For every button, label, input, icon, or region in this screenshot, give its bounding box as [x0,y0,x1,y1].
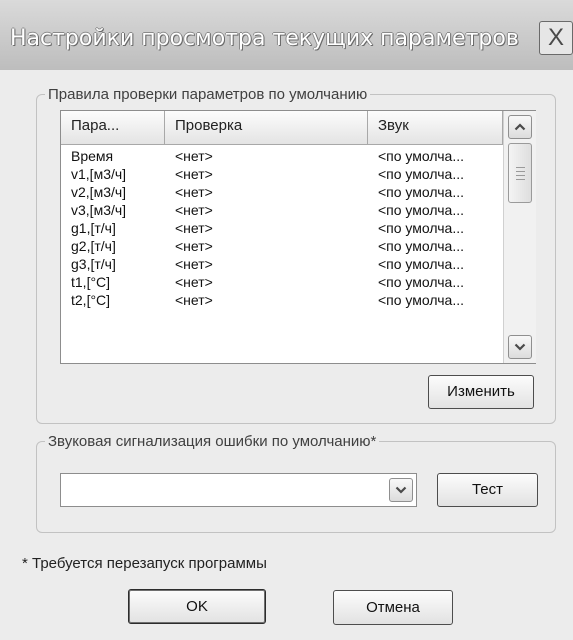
column-header-check[interactable]: Проверка [165,111,368,145]
settings-dialog: Настройки просмотра текущих параметров X… [0,0,573,640]
ok-button[interactable]: OK [128,589,266,624]
table-row[interactable]: Время <нет> <по умолча... [61,147,503,165]
test-button[interactable]: Тест [437,473,538,507]
title-bar[interactable]: Настройки просмотра текущих параметров X [0,0,573,70]
table-row[interactable]: v3,[м3/ч] <нет> <по умолча... [61,201,503,219]
scroll-down-button[interactable] [508,335,532,359]
column-header-sound[interactable]: Звук [368,111,503,145]
column-header-parameter[interactable]: Пара... [61,111,165,145]
check-cell: <нет> [175,202,213,218]
check-cell: <нет> [175,220,213,236]
sound-cell: <по умолча... [378,292,464,308]
sound-cell: <по умолча... [378,148,464,164]
parameter-cell: g1,[т/ч] [71,220,116,236]
sound-select[interactable] [60,473,417,507]
parameter-cell: v1,[м3/ч] [71,166,127,182]
sound-cell: <по умолча... [378,238,464,254]
sound-cell: <по умолча... [378,184,464,200]
table-row[interactable]: v2,[м3/ч] <нет> <по умолча... [61,183,503,201]
table-row[interactable]: t2,[°C] <нет> <по умолча... [61,291,503,309]
parameter-cell: g3,[т/ч] [71,256,116,272]
dropdown-button[interactable] [389,478,413,502]
chevron-down-icon [395,486,407,494]
table-row[interactable]: g3,[т/ч] <нет> <по умолча... [61,255,503,273]
sound-cell: <по умолча... [378,202,464,218]
parameter-cell: t2,[°C] [71,292,111,308]
check-cell: <нет> [175,166,213,182]
table-row[interactable]: v1,[м3/ч] <нет> <по умолча... [61,165,503,183]
parameter-cell: v2,[м3/ч] [71,184,127,200]
scroll-up-button[interactable] [508,115,532,139]
check-cell: <нет> [175,238,213,254]
close-icon: X [547,24,564,51]
sound-cell: <по умолча... [378,220,464,236]
vertical-scrollbar[interactable] [503,111,536,363]
close-button[interactable]: X [539,21,573,55]
parameter-cell: v3,[м3/ч] [71,202,127,218]
table-row[interactable]: g1,[т/ч] <нет> <по умолча... [61,219,503,237]
check-cell: <нет> [175,256,213,272]
chevron-down-icon [514,343,526,351]
table-row[interactable]: g2,[т/ч] <нет> <по умолча... [61,237,503,255]
check-cell: <нет> [175,148,213,164]
sound-cell: <по умолча... [378,274,464,290]
restart-footnote: * Требуется перезапуск программы [22,555,267,572]
change-button[interactable]: Изменить [428,375,534,409]
check-cell: <нет> [175,184,213,200]
parameter-cell: g2,[т/ч] [71,238,116,254]
parameter-cell: t1,[°C] [71,274,111,290]
chevron-up-icon [514,123,526,131]
sound-cell: <по умолча... [378,256,464,272]
table-header: Пара... Проверка Звук [61,111,503,145]
cancel-button[interactable]: Отмена [333,590,453,625]
sound-cell: <по умолча... [378,166,464,182]
default-rules-legend: Правила проверки параметров по умолчанию [48,86,368,103]
sound-alarm-legend: Звуковая сигнализация ошибки по умолчани… [48,433,377,450]
check-cell: <нет> [175,292,213,308]
check-cell: <нет> [175,274,213,290]
scrollbar-thumb[interactable] [508,143,532,203]
parameter-cell: Время [71,148,114,164]
parameters-table[interactable]: Пара... Проверка Звук Время <нет> <по умол… [60,110,536,364]
table-row[interactable]: t1,[°C] <нет> <по умолча... [61,273,503,291]
window-title: Настройки просмотра текущих параметров [10,26,519,51]
table-body: Время <нет> <по умолча... v1,[м3/ч] <нет> <по… [61,147,503,309]
